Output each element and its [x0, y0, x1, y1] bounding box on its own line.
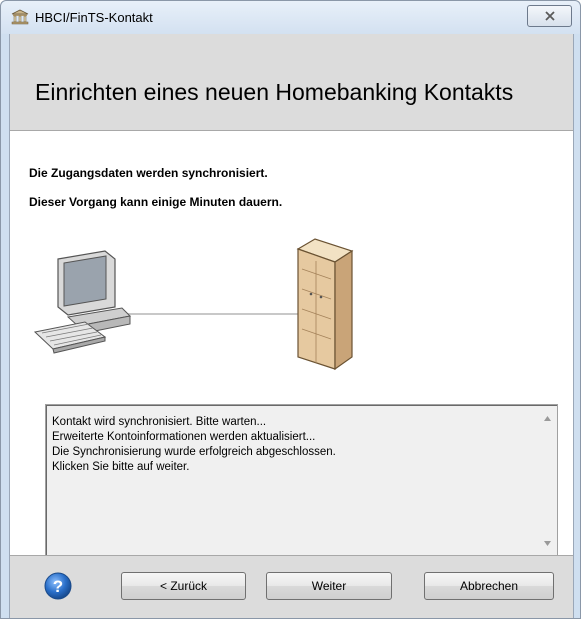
bank-icon: [11, 9, 29, 25]
wizard-header: Einrichten eines neuen Homebanking Konta…: [10, 34, 573, 131]
next-button[interactable]: Weiter: [266, 572, 392, 600]
dialog-window: HBCI/FinTS-Kontakt Einrichten eines neue…: [0, 0, 581, 619]
log-line: Die Synchronisierung wurde erfolgreich a…: [52, 446, 336, 458]
back-button[interactable]: < Zurück: [121, 572, 246, 600]
window-title: HBCI/FinTS-Kontakt: [35, 10, 153, 25]
svg-text:?: ?: [53, 577, 63, 596]
computer-icon: [33, 250, 132, 354]
log-line: Klicken Sie bitte auf weiter.: [52, 461, 190, 473]
scroll-up-icon: [544, 416, 551, 421]
title-bar[interactable]: HBCI/FinTS-Kontakt: [1, 1, 580, 34]
help-icon: ?: [44, 572, 72, 600]
wizard-footer: ? < Zurück Weiter Abbrechen: [10, 555, 573, 618]
log-textarea[interactable]: Kontakt wird synchronisiert. Bitte warte…: [45, 404, 558, 560]
page-title: Einrichten eines neuen Homebanking Konta…: [35, 79, 514, 105]
scroll-down-icon: [544, 541, 551, 546]
dialog-content: Einrichten eines neuen Homebanking Konta…: [9, 34, 574, 618]
vertical-scrollbar[interactable]: [539, 406, 556, 558]
close-button[interactable]: [527, 5, 572, 27]
help-button[interactable]: ?: [43, 571, 73, 601]
info-message: Dieser Vorgang kann einige Minuten dauer…: [29, 195, 283, 209]
log-line: Erweiterte Kontoinformationen werden akt…: [52, 431, 316, 443]
sync-illustration: [10, 229, 573, 379]
server-icon: [296, 238, 354, 371]
cancel-button[interactable]: Abbrechen: [424, 572, 554, 600]
log-line: Kontakt wird synchronisiert. Bitte warte…: [52, 416, 267, 428]
status-message: Die Zugangsdaten werden synchronisiert.: [29, 166, 268, 180]
close-icon: [544, 11, 555, 21]
log-lines: Kontakt wird synchronisiert. Bitte warte…: [52, 415, 336, 475]
